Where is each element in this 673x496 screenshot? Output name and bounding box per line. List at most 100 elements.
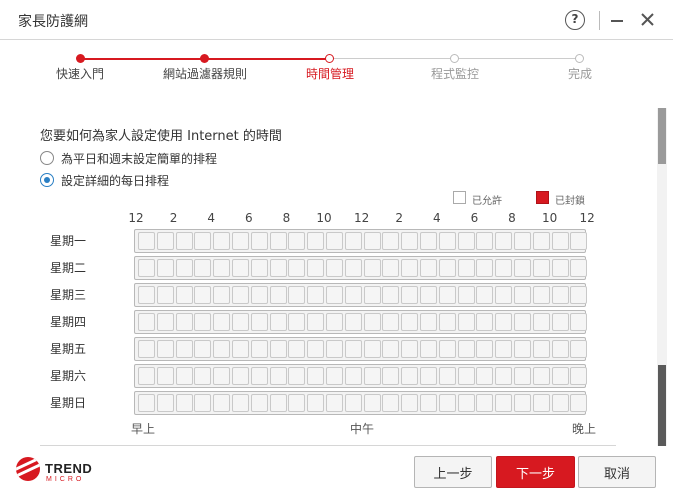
schedule-cell[interactable]	[213, 232, 231, 250]
schedule-cell[interactable]	[232, 394, 249, 412]
schedule-cell[interactable]	[476, 286, 494, 304]
schedule-cell[interactable]	[382, 367, 400, 385]
cancel-button[interactable]: 取消	[578, 456, 656, 488]
schedule-cell[interactable]	[156, 313, 174, 331]
schedule-cell[interactable]	[457, 340, 475, 358]
schedule-cell[interactable]	[438, 286, 456, 304]
schedule-cell[interactable]	[175, 259, 193, 277]
schedule-cell[interactable]	[495, 340, 513, 358]
schedule-cell[interactable]	[382, 259, 400, 277]
schedule-cell[interactable]	[232, 367, 249, 385]
schedule-cell[interactable]	[326, 313, 343, 331]
schedule-cell[interactable]	[307, 367, 325, 385]
schedule-cell[interactable]	[420, 286, 437, 304]
schedule-cell[interactable]	[344, 340, 362, 358]
schedule-cell[interactable]	[344, 232, 362, 250]
schedule-cell[interactable]	[420, 232, 437, 250]
schedule-cell[interactable]	[382, 286, 400, 304]
schedule-cell[interactable]	[232, 313, 249, 331]
schedule-cell[interactable]	[175, 394, 193, 412]
schedule-cell[interactable]	[476, 340, 494, 358]
schedule-cell[interactable]	[401, 232, 419, 250]
schedule-cell[interactable]	[156, 232, 174, 250]
schedule-cell[interactable]	[363, 367, 381, 385]
close-icon[interactable]	[637, 10, 659, 30]
schedule-cell[interactable]	[532, 232, 550, 250]
schedule-cell[interactable]	[250, 394, 268, 412]
schedule-cell[interactable]	[495, 367, 513, 385]
schedule-cell[interactable]	[175, 340, 193, 358]
schedule-cell[interactable]	[138, 394, 155, 412]
schedule-cell[interactable]	[363, 286, 381, 304]
schedule-cell[interactable]	[269, 367, 287, 385]
schedule-cell[interactable]	[457, 232, 475, 250]
schedule-cell[interactable]	[138, 259, 155, 277]
schedule-cell[interactable]	[382, 340, 400, 358]
schedule-cell[interactable]	[532, 340, 550, 358]
schedule-cell[interactable]	[457, 286, 475, 304]
schedule-cell[interactable]	[138, 340, 155, 358]
schedule-cell[interactable]	[213, 286, 231, 304]
schedule-cell[interactable]	[514, 340, 531, 358]
radio-button-detailed[interactable]	[40, 173, 54, 187]
schedule-cell[interactable]	[401, 286, 419, 304]
schedule-cell[interactable]	[476, 313, 494, 331]
schedule-cell[interactable]	[532, 259, 550, 277]
schedule-cell[interactable]	[363, 340, 381, 358]
schedule-cell[interactable]	[401, 259, 419, 277]
schedule-cell[interactable]	[363, 232, 381, 250]
schedule-cell[interactable]	[401, 394, 419, 412]
schedule-cell[interactable]	[156, 340, 174, 358]
schedule-cell[interactable]	[438, 313, 456, 331]
schedule-cell[interactable]	[401, 367, 419, 385]
schedule-cell[interactable]	[514, 394, 531, 412]
schedule-cell[interactable]	[288, 232, 306, 250]
schedule-cell[interactable]	[288, 286, 306, 304]
schedule-cell[interactable]	[551, 259, 569, 277]
minimize-icon[interactable]	[611, 20, 623, 22]
schedule-cell[interactable]	[551, 313, 569, 331]
schedule-cell[interactable]	[363, 259, 381, 277]
schedule-cell[interactable]	[438, 394, 456, 412]
schedule-cell[interactable]	[213, 367, 231, 385]
schedule-cell[interactable]	[420, 340, 437, 358]
schedule-cell[interactable]	[532, 286, 550, 304]
schedule-cell[interactable]	[250, 232, 268, 250]
schedule-cell[interactable]	[250, 286, 268, 304]
schedule-cell[interactable]	[307, 313, 325, 331]
schedule-cell[interactable]	[307, 232, 325, 250]
schedule-cell[interactable]	[438, 259, 456, 277]
schedule-cell[interactable]	[344, 367, 362, 385]
schedule-cell[interactable]	[401, 313, 419, 331]
schedule-cell[interactable]	[495, 394, 513, 412]
schedule-cell[interactable]	[570, 232, 588, 250]
schedule-cell[interactable]	[307, 340, 325, 358]
schedule-cell[interactable]	[551, 367, 569, 385]
schedule-cell[interactable]	[269, 340, 287, 358]
schedule-cell[interactable]	[344, 313, 362, 331]
schedule-cell[interactable]	[476, 367, 494, 385]
schedule-cell[interactable]	[156, 394, 174, 412]
schedule-cell[interactable]	[326, 286, 343, 304]
schedule-cell[interactable]	[570, 394, 588, 412]
schedule-cell[interactable]	[213, 313, 231, 331]
schedule-cell[interactable]	[194, 286, 212, 304]
scrollbar-thumb-upper[interactable]	[658, 108, 666, 164]
next-button[interactable]: 下一步	[496, 456, 575, 488]
schedule-cell[interactable]	[551, 286, 569, 304]
schedule-cell[interactable]	[250, 313, 268, 331]
schedule-cell[interactable]	[175, 232, 193, 250]
schedule-cell[interactable]	[269, 313, 287, 331]
schedule-cell[interactable]	[213, 394, 231, 412]
radio-simple-schedule[interactable]: 為平日和週末設定簡單的排程	[40, 150, 217, 166]
schedule-cell[interactable]	[269, 259, 287, 277]
schedule-cell[interactable]	[570, 313, 588, 331]
schedule-cell[interactable]	[344, 259, 362, 277]
schedule-cell[interactable]	[232, 340, 249, 358]
schedule-cell[interactable]	[213, 340, 231, 358]
schedule-cell[interactable]	[288, 367, 306, 385]
schedule-cell[interactable]	[232, 232, 249, 250]
schedule-cell[interactable]	[570, 367, 588, 385]
schedule-cell[interactable]	[307, 259, 325, 277]
schedule-cell[interactable]	[213, 259, 231, 277]
